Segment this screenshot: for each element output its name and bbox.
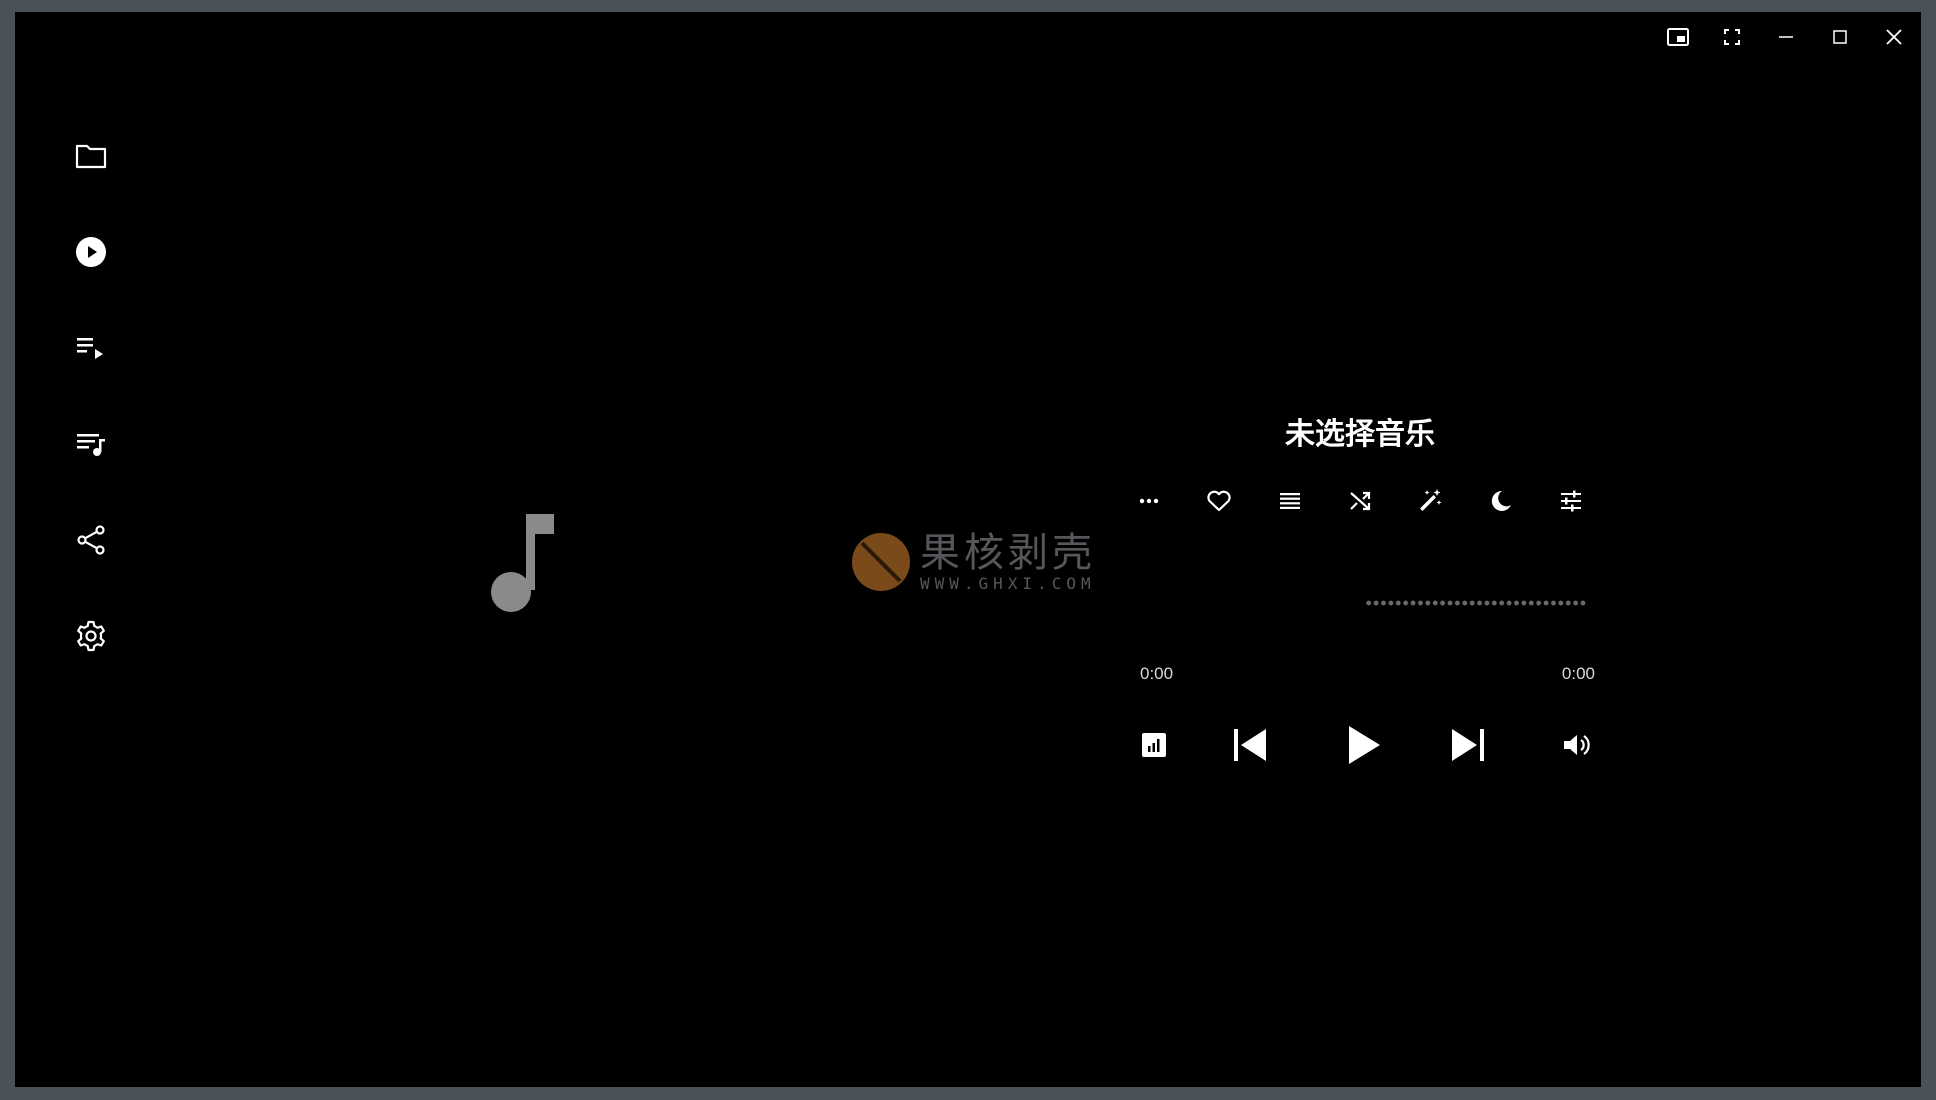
share-icon — [77, 525, 105, 555]
picture-in-picture-button[interactable] — [1651, 12, 1705, 62]
watermark-logo — [852, 533, 910, 591]
time-current: 0:00 — [1140, 664, 1174, 683]
previous-icon — [1234, 729, 1266, 761]
favorite-button[interactable] — [1195, 477, 1243, 525]
player-panel: 未选择音乐 0:00 0:00 — [1125, 392, 1595, 772]
queue-icon — [77, 338, 103, 359]
sidebar-item-playlists[interactable] — [59, 396, 123, 492]
sleep-timer-button[interactable] — [1477, 477, 1525, 525]
sidebar-item-folders[interactable] — [59, 108, 123, 204]
sleep-timer-icon — [1491, 490, 1511, 511]
visualizer-icon — [1142, 733, 1166, 757]
minimize-button[interactable] — [1759, 12, 1813, 62]
auto-mix-button[interactable] — [1406, 477, 1454, 525]
player-action-row — [1125, 477, 1595, 525]
time-total: 0:00 — [1561, 664, 1595, 683]
watermark-title: 果核剥壳 — [920, 529, 1096, 576]
fullscreen-icon — [1724, 29, 1740, 45]
previous-button[interactable] — [1230, 725, 1270, 765]
maximize-button[interactable] — [1813, 12, 1867, 62]
close-button[interactable] — [1867, 12, 1921, 62]
watermark-url: WWW.GHXI.COM — [920, 573, 1096, 593]
sidebar-item-share[interactable] — [59, 492, 123, 588]
more-button[interactable] — [1125, 477, 1173, 525]
now-playing-icon — [76, 237, 106, 267]
list-icon — [1279, 493, 1300, 509]
next-button[interactable] — [1448, 725, 1488, 765]
sidebar-item-settings[interactable] — [59, 588, 123, 684]
more-icon — [1139, 498, 1159, 504]
playlist-music-icon — [77, 434, 105, 456]
play-icon — [1349, 726, 1380, 764]
maximize-icon — [1833, 30, 1847, 44]
visualizer-button[interactable] — [1134, 725, 1174, 765]
volume-button[interactable] — [1556, 725, 1596, 765]
sidebar — [59, 108, 123, 684]
close-icon — [1886, 29, 1902, 45]
next-icon — [1452, 729, 1484, 761]
sidebar-item-now-playing[interactable] — [59, 204, 123, 300]
transport-controls — [1125, 712, 1595, 782]
equalizer-button[interactable] — [1547, 477, 1595, 525]
folder-icon — [75, 144, 107, 169]
shuffle-button[interactable] — [1336, 477, 1384, 525]
music-note-icon — [491, 514, 554, 612]
heart-icon — [1207, 490, 1232, 512]
fullscreen-button[interactable] — [1705, 12, 1759, 62]
magic-wand-icon — [1420, 489, 1442, 511]
sidebar-item-queue[interactable] — [59, 300, 123, 396]
play-button[interactable] — [1339, 720, 1389, 770]
shuffle-icon — [1350, 491, 1371, 511]
minimize-icon — [1779, 36, 1793, 38]
app-window: 果核剥壳 WWW.GHXI.COM 未选择音乐 0:00 0:00 — [15, 12, 1921, 1087]
seek-bar[interactable] — [1365, 599, 1587, 607]
playlist-button[interactable] — [1266, 477, 1314, 525]
picture-in-picture-icon — [1667, 28, 1689, 46]
track-title: 未选择音乐 — [1285, 418, 1435, 451]
volume-icon — [1564, 735, 1590, 755]
equalizer-icon — [1560, 490, 1581, 512]
watermark: 果核剥壳 WWW.GHXI.COM — [850, 527, 1120, 597]
titlebar-controls — [1651, 12, 1921, 62]
settings-icon — [77, 620, 105, 652]
